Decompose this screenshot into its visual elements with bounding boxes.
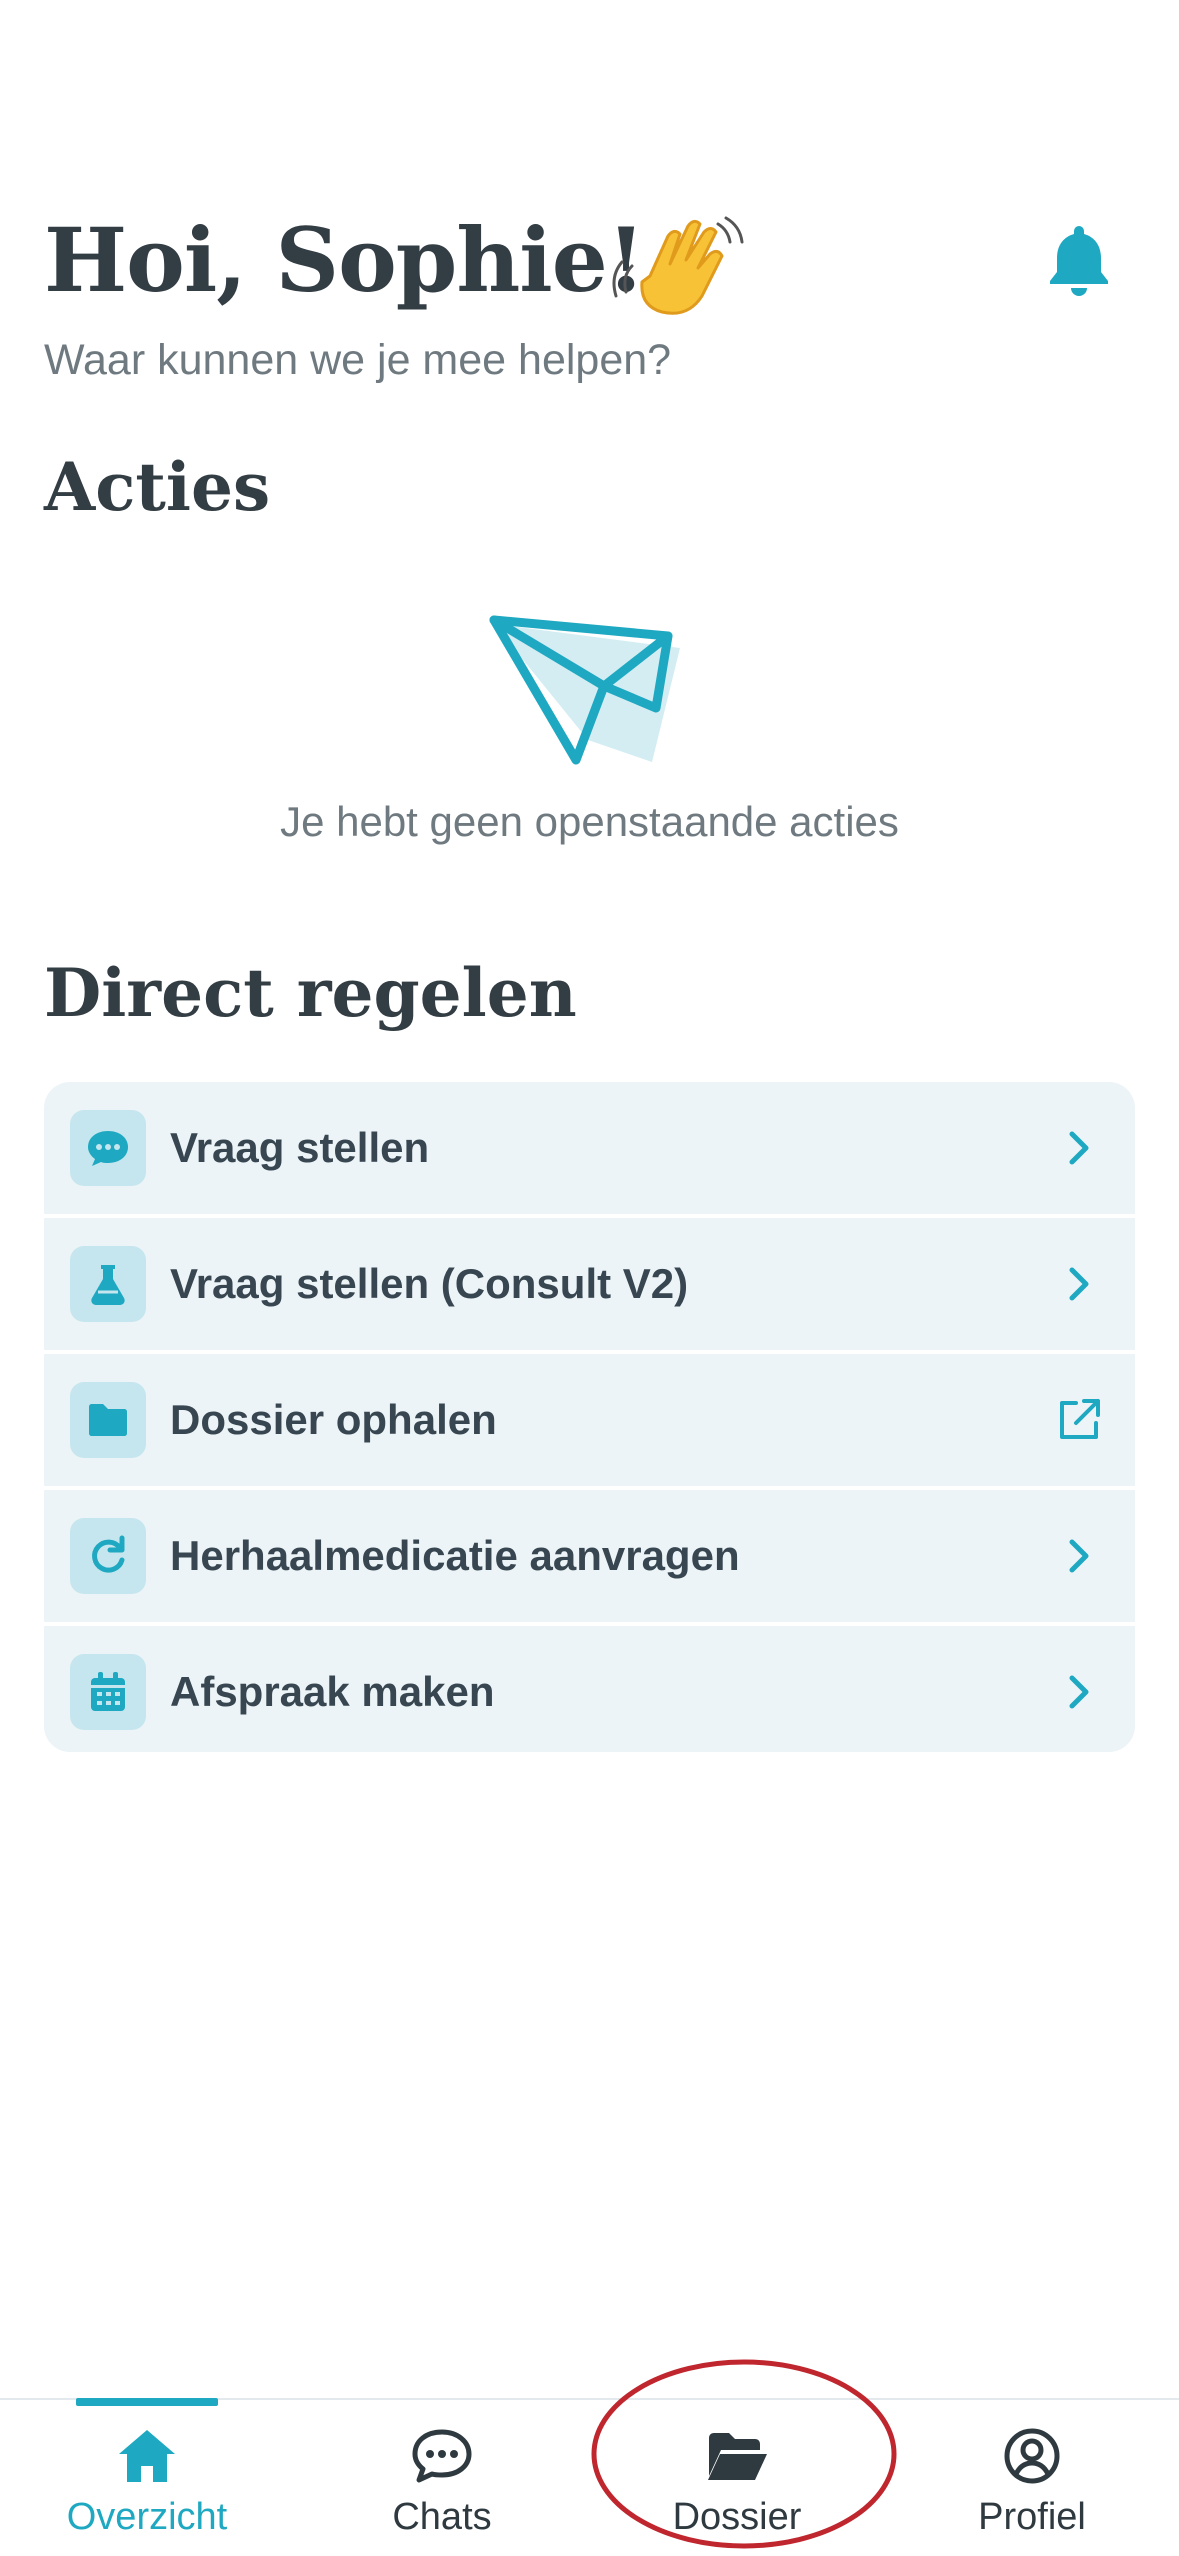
folder-open-icon: [708, 2433, 767, 2480]
chat-bubble-icon: [70, 1110, 146, 1186]
action-afspraak-maken[interactable]: Afspraak maken: [44, 1626, 1135, 1752]
action-label: Herhaalmedicatie aanvragen: [170, 1532, 740, 1579]
tab-label: Dossier: [672, 2496, 802, 2538]
home-icon: [119, 2430, 175, 2482]
chat-bubble-icon: [412, 2429, 472, 2483]
home-screen: Hoi, Sophie! Waar kunnen we je mee helpe…: [0, 0, 1179, 2556]
direct-section-title: Direct regelen: [44, 954, 577, 1032]
action-vraag-stellen-consult-v2[interactable]: Vraag stellen (Consult V2): [44, 1218, 1135, 1350]
tab-label: Overzicht: [66, 2496, 228, 2538]
action-label: Dossier ophalen: [170, 1396, 497, 1443]
tab-profiel[interactable]: Profiel: [912, 2414, 1152, 2544]
bell-icon[interactable]: [1044, 220, 1114, 300]
action-dossier-ophalen[interactable]: Dossier ophalen: [44, 1354, 1135, 1486]
tab-dossier[interactable]: Dossier: [617, 2414, 857, 2544]
empty-actions-text: Je hebt geen openstaande acties: [280, 798, 899, 845]
folder-icon: [70, 1382, 146, 1458]
tab-label: Profiel: [978, 2496, 1086, 2538]
paper-plane-icon: [489, 615, 680, 765]
calendar-icon: [70, 1654, 146, 1730]
action-label: Afspraak maken: [170, 1668, 495, 1715]
bottom-nav: Overzicht Chats Dossier Profiel: [0, 2398, 1179, 2556]
tab-label: Chats: [392, 2496, 492, 2538]
flask-icon: [70, 1246, 146, 1322]
user-circle-icon: [1004, 2428, 1060, 2484]
chevron-right-icon: [1051, 1120, 1107, 1176]
header: Hoi, Sophie!: [44, 200, 1135, 320]
repeat-icon: [70, 1518, 146, 1594]
actions-section-title: Acties: [44, 448, 271, 526]
action-vraag-stellen[interactable]: Vraag stellen: [44, 1082, 1135, 1214]
chevron-right-icon: [1051, 1664, 1107, 1720]
quick-actions-list: Vraag stellen Vraag stellen (Consult V2)…: [44, 1082, 1135, 1752]
greeting-subtitle: Waar kunnen we je mee helpen?: [44, 336, 672, 384]
active-tab-indicator: [76, 2398, 218, 2406]
chevron-right-icon: [1051, 1528, 1107, 1584]
action-herhaalmedicatie-aanvragen[interactable]: Herhaalmedicatie aanvragen: [44, 1490, 1135, 1622]
tab-overzicht[interactable]: Overzicht: [27, 2414, 267, 2544]
chevron-right-icon: [1051, 1256, 1107, 1312]
external-link-icon: [1051, 1392, 1107, 1448]
waving-hand-emoji: [612, 216, 744, 315]
tab-chats[interactable]: Chats: [322, 2414, 562, 2544]
action-label: Vraag stellen (Consult V2): [170, 1260, 689, 1307]
action-label: Vraag stellen: [170, 1124, 430, 1171]
greeting-title: Hoi, Sophie!: [44, 208, 645, 312]
